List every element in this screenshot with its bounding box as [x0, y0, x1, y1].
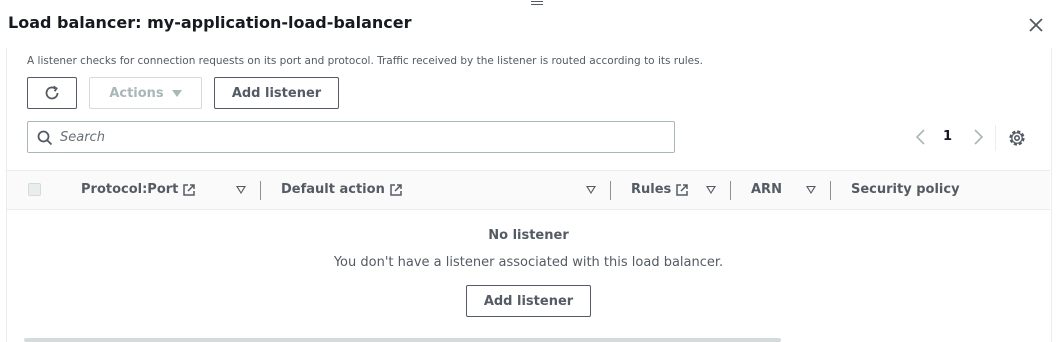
search-input[interactable]	[60, 127, 660, 147]
column-protocol-port-label: Protocol:Port	[81, 182, 179, 197]
select-all-checkbox[interactable]	[28, 183, 41, 196]
empty-state-add-listener-button[interactable]: Add listener	[466, 285, 591, 317]
sort-caret-icon[interactable]	[806, 186, 816, 194]
close-icon[interactable]	[1027, 16, 1045, 34]
column-arn-label: ARN	[751, 182, 782, 197]
search-field[interactable]	[27, 121, 675, 153]
caret-down-icon	[171, 89, 182, 97]
column-rules[interactable]: Rules	[631, 182, 689, 197]
empty-state-description: You don't have a listener associated wit…	[333, 255, 724, 270]
external-link-icon	[390, 183, 402, 196]
refresh-icon	[45, 85, 59, 100]
column-default-action-label: Default action	[281, 182, 385, 197]
sort-caret-icon[interactable]	[706, 186, 716, 194]
column-security-policy-label: Security policy	[851, 182, 960, 197]
pagination-divider	[995, 125, 996, 151]
listeners-description: A listener checks for connection request…	[27, 55, 703, 67]
column-security-policy[interactable]: Security policy	[851, 182, 960, 197]
refresh-button[interactable]	[27, 77, 77, 109]
sort-caret-icon[interactable]	[236, 186, 246, 194]
column-arn[interactable]: ARN	[751, 182, 782, 197]
column-protocol-port[interactable]: Protocol:Port	[81, 182, 196, 197]
add-listener-button[interactable]: Add listener	[214, 77, 339, 109]
external-link-icon	[183, 183, 196, 196]
sort-caret-icon[interactable]	[586, 186, 596, 194]
modal-title: Load balancer: my-application-load-balan…	[8, 13, 412, 32]
chevron-right-icon[interactable]	[970, 128, 986, 146]
table-header: Protocol:Port Default action Rules ARN S…	[7, 170, 1050, 210]
chevron-left-icon[interactable]	[913, 128, 929, 146]
search-icon	[37, 130, 53, 146]
actions-label: Actions	[109, 85, 164, 101]
column-default-action[interactable]: Default action	[281, 182, 403, 197]
column-divider[interactable]	[260, 181, 261, 200]
modal-header: Load balancer: my-application-load-balan…	[0, 0, 1057, 48]
external-link-icon	[676, 183, 689, 196]
page-number[interactable]: 1	[943, 129, 952, 144]
column-divider[interactable]	[610, 181, 611, 200]
actions-dropdown[interactable]: Actions	[89, 77, 202, 109]
gear-icon[interactable]	[1007, 128, 1027, 148]
empty-state-title: No listener	[488, 228, 569, 243]
column-divider[interactable]	[830, 181, 831, 200]
horizontal-scrollbar[interactable]	[24, 338, 781, 342]
column-rules-label: Rules	[631, 182, 672, 197]
column-divider[interactable]	[730, 181, 731, 200]
